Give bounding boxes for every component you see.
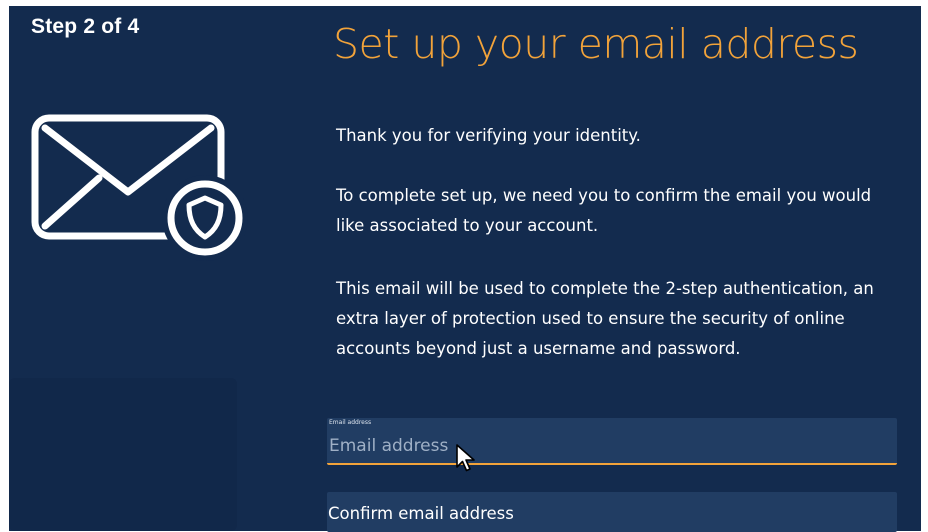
email-input[interactable]	[327, 432, 889, 460]
instructions-paragraph: To complete set up, we need you to confi…	[336, 186, 872, 235]
mail-shield-icon	[31, 114, 248, 261]
mouse-cursor-icon	[456, 444, 475, 472]
background-panel	[9, 378, 237, 531]
confirm-email-label: Confirm email address	[328, 504, 514, 523]
page-title: Set up your email address	[333, 20, 859, 68]
left-column: Step 2 of 4	[9, 6, 309, 531]
confirm-email-field[interactable]: Confirm email address	[327, 492, 897, 532]
email-field[interactable]: Email address	[327, 418, 897, 465]
step-indicator: Step 2 of 4	[31, 15, 140, 38]
intro-paragraph: Thank you for verifying your identity.	[336, 126, 641, 145]
two-step-paragraph: This email will be used to complete the …	[336, 279, 874, 358]
email-field-label: Email address	[329, 419, 372, 426]
screen: Step 2 of 4 Set up your email address Th…	[0, 0, 928, 532]
